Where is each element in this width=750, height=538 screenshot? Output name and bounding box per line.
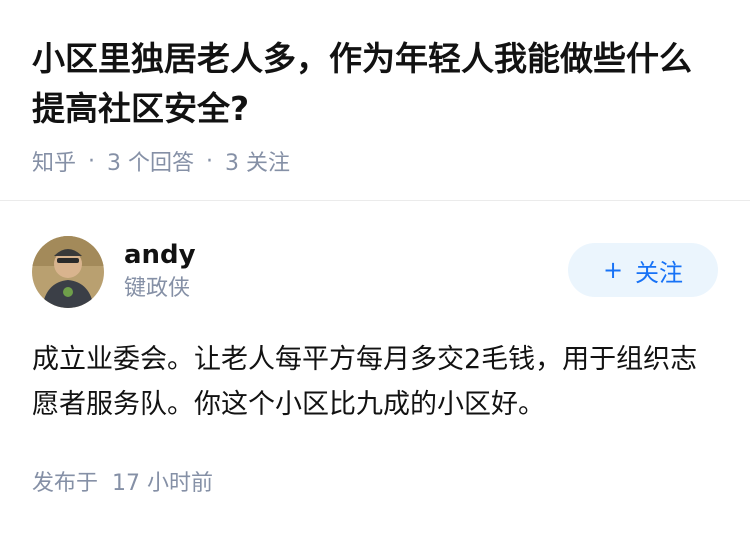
answer-content: 成立业委会。让老人每平方每月多交2毛钱，用于组织志愿者服务队。你这个小区比九成的…	[32, 344, 698, 420]
author-info: andy 键政侠	[124, 238, 568, 306]
question-meta: 知乎 · 3 个回答 · 3 关注	[32, 145, 718, 177]
answer-timestamp: 发布于 17 小时前	[32, 465, 718, 497]
author-name[interactable]: andy	[124, 238, 568, 272]
published-label: 发布于	[32, 471, 99, 496]
published-time: 17 小时前	[112, 471, 214, 496]
question-header: 小区里独居老人多，作为年轻人我能做些什么提高社区安全? 知乎 · 3 个回答 ·…	[0, 0, 750, 176]
plus-icon: +	[602, 256, 624, 284]
author-headline: 键政侠	[124, 276, 191, 301]
follow-count[interactable]: 3 关注	[225, 145, 290, 177]
avatar-image	[32, 236, 104, 308]
follow-button[interactable]: + 关注	[568, 243, 718, 297]
answer-count[interactable]: 3 个回答	[107, 145, 194, 177]
follow-button-label: 关注	[635, 258, 684, 287]
separator-dot: ·	[88, 148, 96, 174]
author-row: andy 键政侠 + 关注	[32, 235, 718, 309]
answer-card: andy 键政侠 + 关注 成立业委会。让老人每平方每月多交2毛钱，用于组织志愿…	[0, 201, 750, 497]
avatar[interactable]	[32, 236, 104, 308]
separator-dot: ·	[206, 148, 214, 174]
question-title[interactable]: 小区里独居老人多，作为年轻人我能做些什么提高社区安全?	[32, 34, 718, 134]
source-label[interactable]: 知乎	[32, 145, 76, 177]
